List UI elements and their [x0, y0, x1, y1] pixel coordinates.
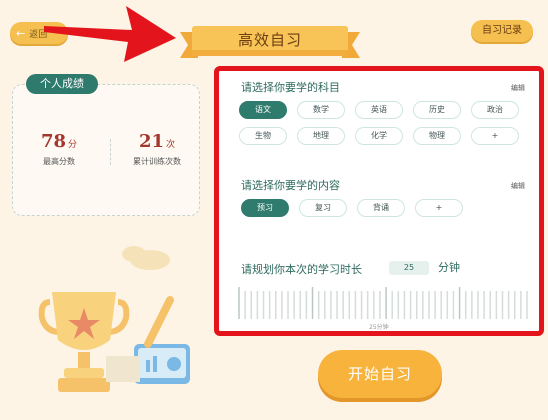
content-chip-recite[interactable]: 背诵: [357, 199, 405, 217]
subject-chip-history[interactable]: 历史: [413, 101, 461, 119]
duration-section-title: 请规划你本次的学习时长: [241, 263, 362, 276]
subject-add-button[interactable]: +: [471, 127, 519, 145]
study-setup-panel: 请选择你要学的科目 编辑 语文 数学 英语 历史 政治 生物 地理 化学 物理 …: [214, 66, 544, 336]
content-edit-link[interactable]: 编辑: [511, 181, 525, 191]
content-section-title: 请选择你要学的内容: [241, 179, 340, 192]
duration-unit-label: 分钟: [438, 261, 460, 274]
trophy-illustration: [30, 240, 210, 404]
subject-chip-geography[interactable]: 地理: [297, 127, 345, 145]
practice-count-stat: 21 次 累计训练次数: [117, 131, 197, 167]
best-score-value: 78: [40, 131, 67, 152]
subject-chip-chinese[interactable]: 语文: [239, 101, 287, 119]
subject-chip-english[interactable]: 英语: [355, 101, 403, 119]
page-title: 高效自习: [237, 31, 302, 49]
subject-chip-math[interactable]: 数学: [297, 101, 345, 119]
content-chip-review[interactable]: 复习: [299, 199, 347, 217]
duration-value-field[interactable]: 25: [389, 261, 429, 275]
subject-chip-chemistry[interactable]: 化学: [355, 127, 403, 145]
personal-stats-tag: 个人成绩: [26, 74, 98, 94]
start-study-button[interactable]: 开始自习: [318, 350, 442, 398]
back-arrow-icon: ←: [16, 26, 26, 40]
slider-value-label: 25分钟: [369, 324, 389, 331]
subject-section-title: 请选择你要学的科目: [241, 81, 340, 94]
best-score-stat: 78 分 最高分数: [19, 131, 99, 167]
duration-tick-slider[interactable]: [235, 285, 531, 321]
stat-divider: [110, 139, 111, 165]
practice-count-unit: 次: [166, 140, 176, 150]
best-score-label: 最高分数: [43, 157, 75, 166]
red-arrow-icon: [44, 6, 176, 62]
practice-count-value: 21: [138, 131, 165, 152]
personal-stats-card: 78 分 最高分数 21 次 累计训练次数: [12, 84, 200, 216]
subject-chip-physics[interactable]: 物理: [413, 127, 461, 145]
best-score-unit: 分: [68, 140, 78, 150]
subject-chip-biology[interactable]: 生物: [239, 127, 287, 145]
title-ribbon: 高效自习: [180, 22, 360, 60]
content-chip-preview[interactable]: 预习: [241, 199, 289, 217]
study-record-button[interactable]: 自习记录: [471, 20, 533, 42]
trophy-icon: [38, 246, 190, 392]
practice-count-label: 累计训练次数: [133, 157, 181, 166]
content-add-button[interactable]: +: [415, 199, 463, 217]
subject-chip-politics[interactable]: 政治: [471, 101, 519, 119]
subject-edit-link[interactable]: 编辑: [511, 83, 525, 93]
